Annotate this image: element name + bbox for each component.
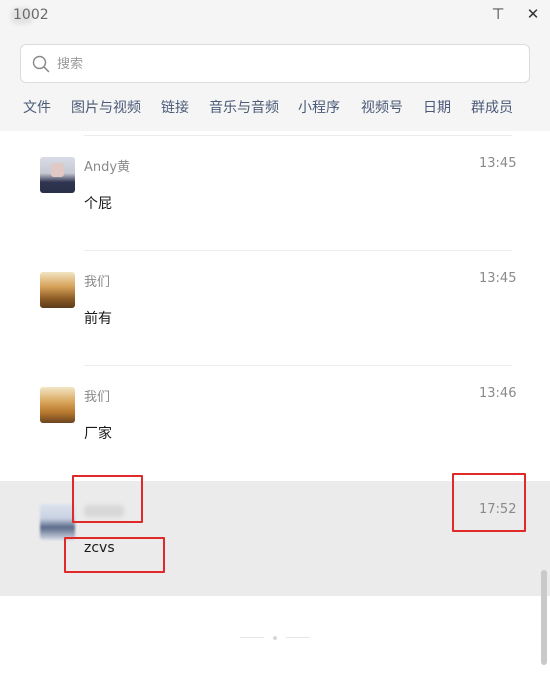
tab-images-videos[interactable]: 图片与视频 <box>71 98 141 118</box>
tab-channels[interactable]: 视频号 <box>361 98 403 118</box>
sender-name: 我们 <box>84 390 111 405</box>
header: 1002 ⊤ ✕ 文件 图片与视频 链接 音乐与音频 小程序 视频号 日期 群成… <box>0 0 550 131</box>
tab-date[interactable]: 日期 <box>423 98 451 118</box>
message-time: 13:46 <box>479 386 517 401</box>
tab-music-audio[interactable]: 音乐与音频 <box>209 98 279 118</box>
message-time: 13:45 <box>479 271 517 286</box>
search-input[interactable] <box>57 54 507 74</box>
list-item[interactable]: 我们 13:46 厂家 <box>0 366 550 481</box>
list-item[interactable]: Andy黄 13:45 个屁 <box>0 136 550 251</box>
page-indicator <box>240 636 310 640</box>
search-icon <box>32 55 50 73</box>
window-title: 1002 <box>13 7 49 23</box>
tab-mini-programs[interactable]: 小程序 <box>298 98 340 118</box>
sender-name: Andy黄 <box>84 160 131 175</box>
message-text: 前有 <box>84 311 112 327</box>
tab-group-members[interactable]: 群成员 <box>471 98 513 118</box>
tab-files[interactable]: 文件 <box>23 98 51 118</box>
close-icon[interactable]: ✕ <box>523 4 543 24</box>
message-text: 个屁 <box>84 196 112 212</box>
list-item[interactable]: 我们 13:45 前有 <box>0 251 550 366</box>
pin-icon[interactable]: ⊤ <box>488 4 508 24</box>
highlight-box-time <box>452 473 526 532</box>
avatar <box>40 157 75 193</box>
avatar <box>40 387 75 423</box>
avatar <box>40 504 75 540</box>
highlight-box-sender <box>72 475 143 523</box>
avatar <box>40 272 75 308</box>
filter-tabs: 文件 图片与视频 链接 音乐与音频 小程序 视频号 日期 群成员 <box>0 98 550 120</box>
highlight-box-message <box>64 537 165 573</box>
message-text: 厂家 <box>84 426 112 442</box>
scrollbar[interactable] <box>541 570 547 665</box>
tab-links[interactable]: 链接 <box>161 98 189 118</box>
search-box[interactable] <box>20 44 530 83</box>
sender-name: 我们 <box>84 275 111 290</box>
message-time: 13:45 <box>479 156 517 171</box>
